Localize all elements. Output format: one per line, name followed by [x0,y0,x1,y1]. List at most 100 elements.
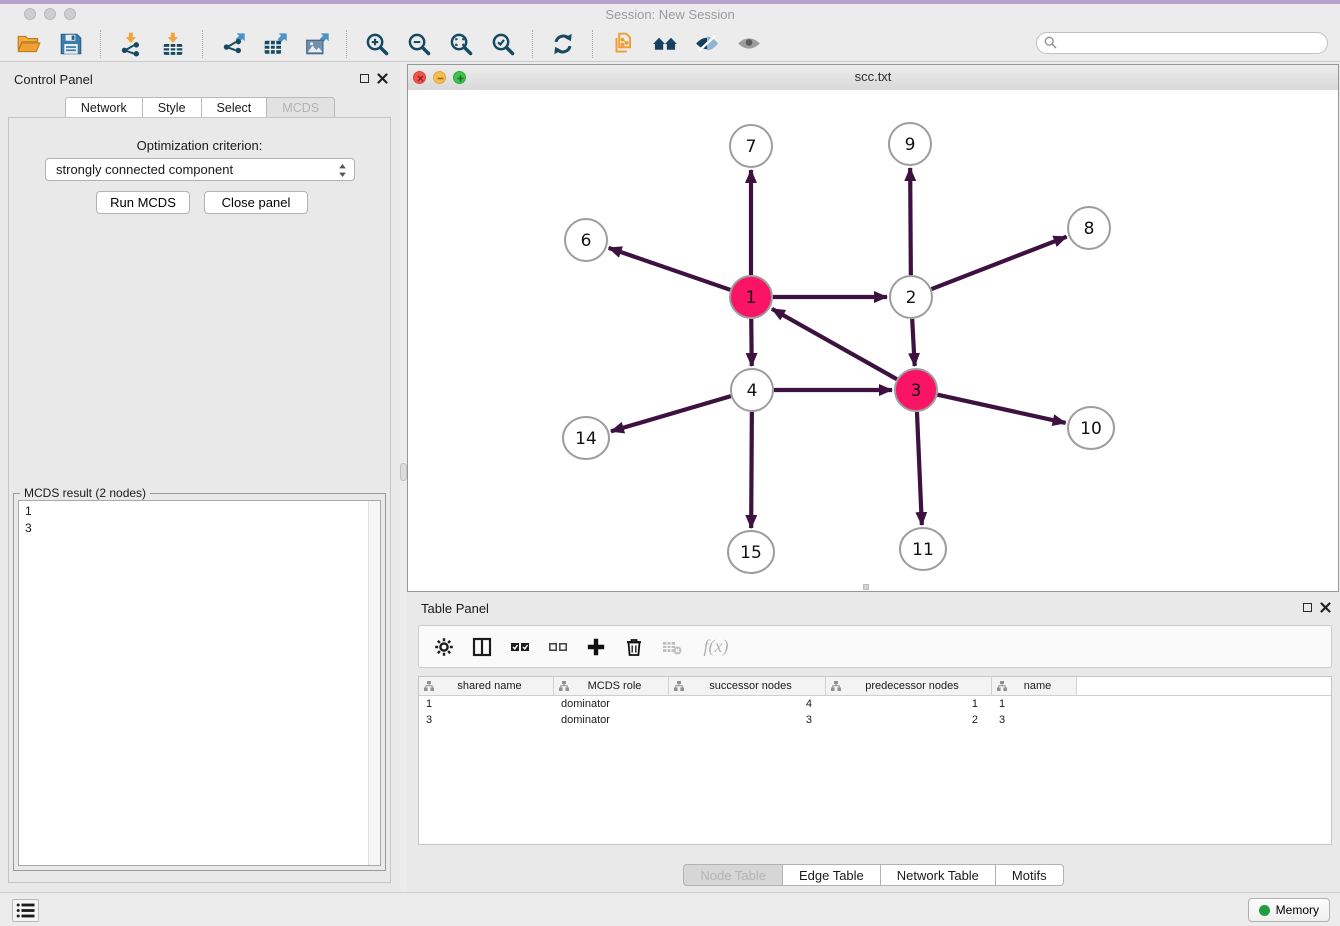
hide-details-button[interactable] [690,28,724,60]
graph-node-3[interactable]: 3 [895,369,937,411]
node-label: 8 [1084,219,1095,239]
column-header-MCDS-role[interactable]: MCDS role [554,677,669,696]
show-details-button[interactable] [732,28,766,60]
zoom-out-button[interactable] [402,28,436,60]
edge-3-1[interactable] [772,309,897,379]
home-button[interactable] [648,28,682,60]
graph-node-14[interactable]: 14 [563,417,609,459]
tab-edge-table[interactable]: Edge Table [783,864,881,886]
optimization-select[interactable]: strongly connected component [45,158,355,181]
tab-network[interactable]: Network [65,97,143,118]
tab-style[interactable]: Style [143,97,202,118]
tab-select[interactable]: Select [202,97,268,118]
edge-1-6[interactable] [609,248,731,290]
column-label: predecessor nodes [841,680,991,692]
edge-2-8[interactable] [932,237,1067,289]
graph-node-4[interactable]: 4 [731,369,773,411]
export-table-button[interactable] [258,28,292,60]
add-column-button[interactable] [585,635,607,659]
control-panel-title: Control Panel [14,72,93,87]
edge-4-15[interactable] [751,412,752,528]
tab-network-table[interactable]: Network Table [881,864,996,886]
table-row[interactable]: 3dominator323 [419,712,1331,728]
network-title: scc.txt [408,69,1338,84]
graph-node-8[interactable]: 8 [1068,207,1110,249]
mcds-result-lines: 13 [19,501,380,539]
table-cell: 2 [826,714,992,726]
zoom-in-button[interactable] [360,28,394,60]
edge-2-9[interactable] [910,168,911,275]
graph-node-6[interactable]: 6 [565,219,607,261]
edge-3-10[interactable] [937,395,1065,423]
tab-node-table[interactable]: Node Table [683,864,783,886]
tab-mcds[interactable]: MCDS [267,97,335,118]
main-toolbar-icons [8,28,770,60]
deselect-all-button[interactable] [547,635,569,659]
table-panel-title: Table Panel [421,601,489,616]
float-icon[interactable] [360,74,369,83]
zoom-selected-button[interactable] [486,28,520,60]
graph-node-10[interactable]: 10 [1068,407,1114,449]
panel-splitter[interactable] [400,463,407,481]
select-stepper-icon [338,163,347,181]
table-row[interactable]: 1dominator411 [419,696,1331,712]
column-label: successor nodes [684,680,825,692]
edge-3-11[interactable] [917,412,922,525]
node-table-header: shared nameMCDS role successor nodes prede… [419,677,1331,696]
mcds-result-box[interactable]: 13 [18,500,381,866]
save-session-button[interactable] [54,28,88,60]
column-header-shared-name[interactable]: shared name [419,677,554,696]
graph-node-1[interactable]: 1 [730,276,772,318]
window-resize-grip[interactable] [863,584,869,590]
zoom-selected-icon [490,31,516,57]
refresh-button[interactable] [546,28,580,60]
export-network-button[interactable] [216,28,250,60]
edge-1-4[interactable] [751,319,752,366]
clone-network-button[interactable] [606,28,640,60]
settings-button[interactable] [433,635,455,659]
column-label: shared name [434,680,553,692]
tab-motifs[interactable]: Motifs [996,864,1064,886]
search-input[interactable] [1036,32,1328,54]
network-window: scc.txt 7 9 6 8 1 2 4 3 14 10 15 11 [407,64,1339,592]
node-label: 10 [1080,419,1102,439]
graph-node-15[interactable]: 15 [728,531,774,573]
delete-rows-button[interactable] [623,635,645,659]
control-panel: Control Panel NetworkStyleSelectMCDS Opt… [0,62,400,892]
column-header-successor-nodes[interactable]: successor nodes [669,677,826,696]
import-table-button[interactable] [156,28,190,60]
close-panel-button[interactable]: Close panel [204,191,308,214]
show-panels-button[interactable] [12,899,39,922]
edge-2-3[interactable] [912,319,915,366]
close-icon[interactable] [1320,602,1331,613]
header-filler [1077,677,1331,696]
show-details-icon [736,31,762,57]
import-network-button[interactable] [114,28,148,60]
graph-node-11[interactable]: 11 [900,528,946,570]
mcds-result-group: MCDS result (2 nodes) 13 [13,493,386,871]
graph-node-9[interactable]: 9 [889,123,931,165]
app-title: Session: New Session [0,7,1340,22]
result-scrollbar[interactable] [368,501,380,865]
column-header-name[interactable]: name [992,677,1077,696]
export-image-button[interactable] [300,28,334,60]
zoom-fit-button[interactable] [444,28,478,60]
run-mcds-button[interactable]: Run MCDS [96,191,190,214]
edge-4-14[interactable] [611,396,731,431]
graph-node-2[interactable]: 2 [890,276,932,318]
open-session-icon [16,31,42,57]
select-all-button[interactable] [509,635,531,659]
open-session-button[interactable] [12,28,46,60]
result-line: 1 [25,503,374,520]
network-canvas[interactable]: 7 9 6 8 1 2 4 3 14 10 15 11 [408,90,1338,591]
float-icon[interactable] [1303,603,1312,612]
graph-node-7[interactable]: 7 [730,125,772,167]
column-header-predecessor-nodes[interactable]: predecessor nodes [826,677,992,696]
node-label: 6 [581,231,592,251]
export-image-icon [304,31,330,57]
node-label: 11 [912,540,934,560]
close-icon[interactable] [377,73,388,84]
split-view-button[interactable] [471,635,493,659]
memory-button[interactable]: Memory [1248,898,1330,922]
sort-hierarchy-icon [997,681,1007,691]
